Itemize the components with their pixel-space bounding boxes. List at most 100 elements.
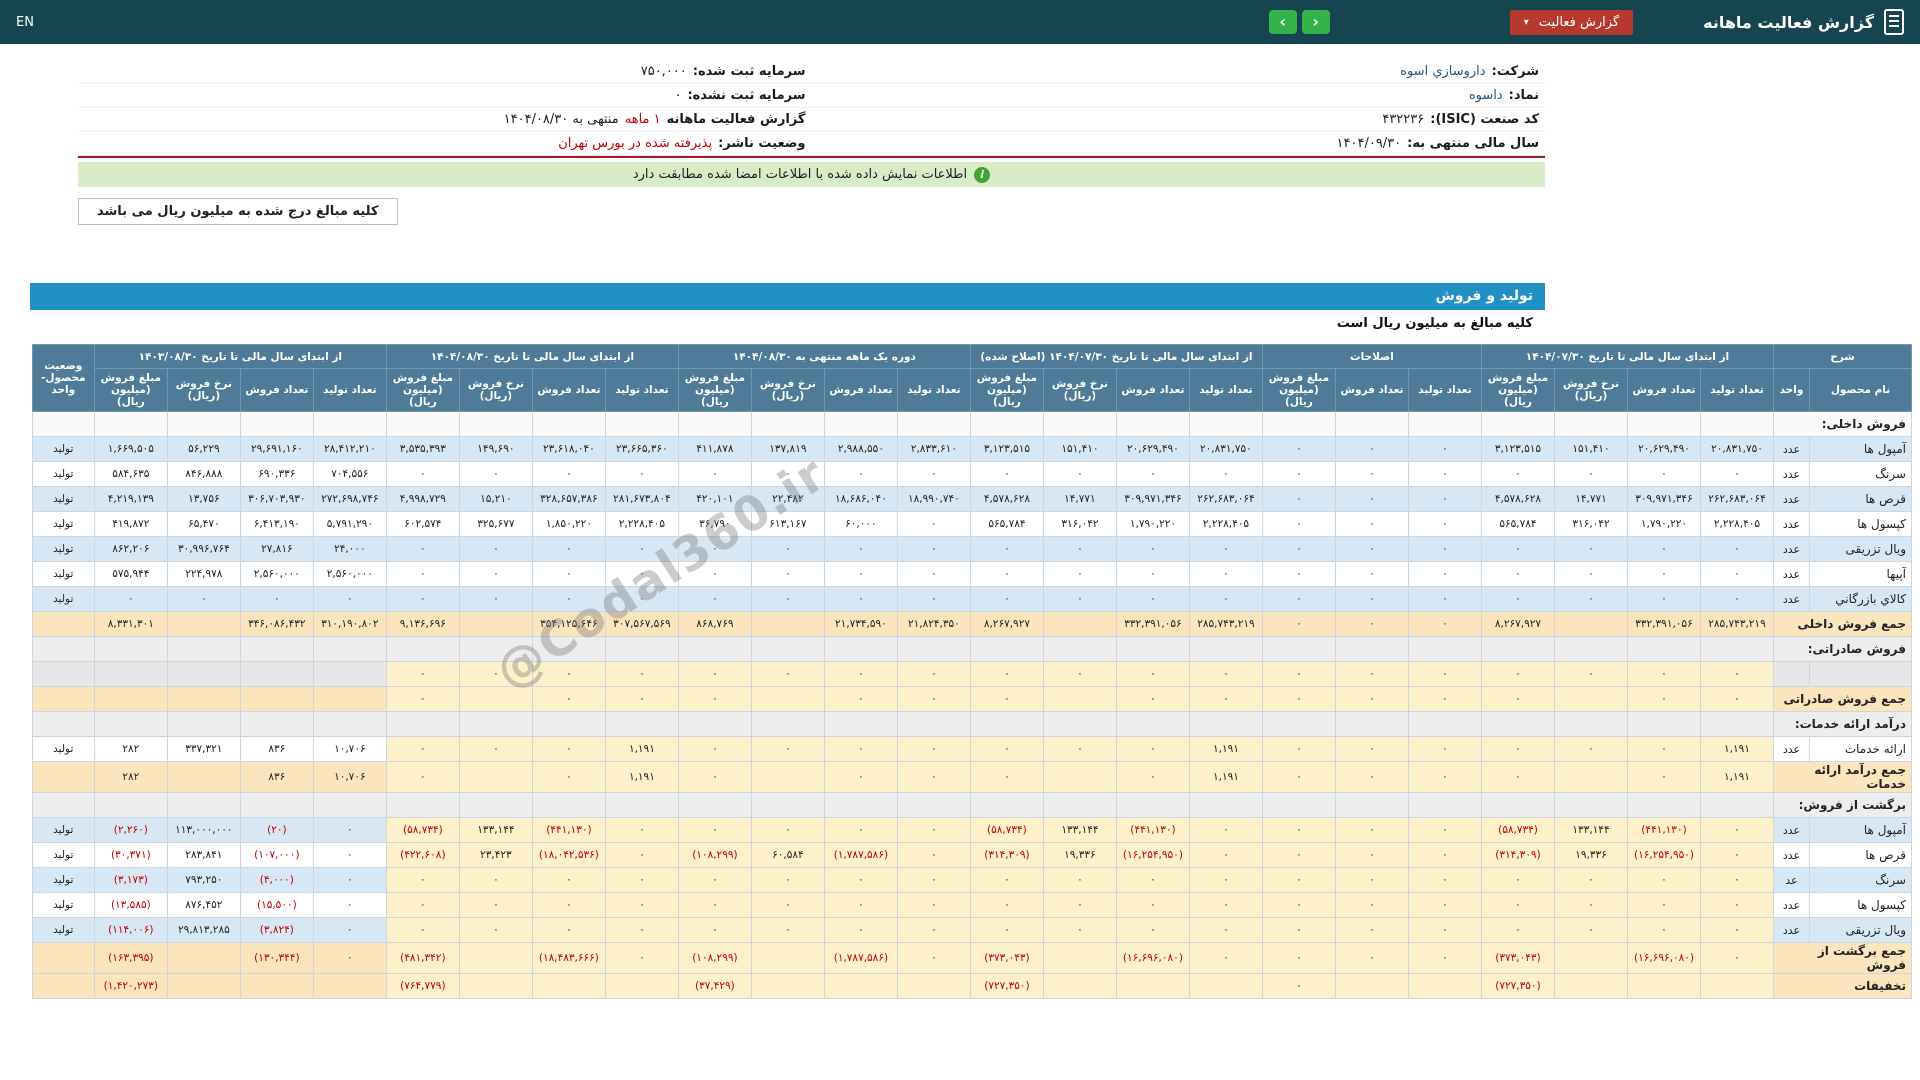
value-cell [1042,611,1117,637]
report-type-dropdown[interactable]: گزارش فعالیت ▾ [1509,9,1634,35]
value-cell [1700,411,1774,437]
value-cell: ۰ [1261,436,1336,462]
value-cell: ۲۱,۷۳۴,۵۹۰ [823,611,898,637]
section-row: فروش داخلی: [31,411,1912,437]
value-cell: ۲۷,۸۱۶ [239,536,314,562]
value-cell [1700,792,1774,818]
value-cell: ۰ [1407,611,1482,637]
status-cell [31,711,95,737]
column-header: مبلغ فروش (میلیون ریال) [1480,368,1556,412]
value-cell: ۲,۸۳۳,۶۱۰ [896,436,971,462]
value-cell [458,411,533,437]
value-cell: ۰ [823,586,898,612]
value-cell [166,661,241,687]
signature-match-text: اطلاعات نمایش داده شده با اطلاعات امضا ش… [632,167,968,182]
value-cell: ۰ [896,586,971,612]
column-header: تعداد تولید [896,368,971,412]
value-cell: ۰ [1700,461,1774,487]
value-cell [1554,761,1628,793]
column-header: مبلغ فروش (میلیون ریال) [385,368,460,412]
value-cell: (۴۴۱,۱۳۰) [1627,817,1701,843]
value-cell: ۲,۹۸۸,۵۵۰ [823,436,898,462]
value-cell: (۱۰۷,۰۰۰) [239,842,314,868]
value-cell: (۳۱۴,۳۰۹) [1480,842,1556,868]
value-cell: ۰ [1334,736,1409,762]
value-cell: ۰ [1554,736,1628,762]
value-cell: ۰ [896,892,971,918]
value-cell: ۰ [1334,436,1409,462]
value-cell: (۲۰) [239,817,314,843]
section-row: فروش صادراتی: [31,636,1912,662]
value-cell [1627,636,1701,662]
value-cell: ۱۳۷,۸۱۹ [750,436,825,462]
value-cell: ۰ [385,761,460,793]
value-cell: ۰ [385,661,460,687]
section-header-production: تولید و فروش [30,283,1545,310]
value-cell: ۰ [1334,817,1409,843]
value-cell [458,611,533,637]
value-cell: ۳۰۶,۷۰۳,۹۳۰ [239,486,314,512]
column-header: تعداد تولید [1188,368,1263,412]
value-cell: ۰ [312,942,387,974]
next-report-button[interactable]: › [1301,10,1330,34]
registered-capital-value: ۷۵۰,۰۰۰ [640,64,687,79]
value-cell: ۰ [1700,817,1774,843]
value-cell: ۰ [1627,867,1701,893]
column-header: تعداد فروش [239,368,314,412]
value-cell: ۱۳,۷۵۶ [166,486,241,512]
value-cell: ۲,۲۲۸,۴۰۵ [1700,511,1774,537]
value-cell [1407,792,1482,818]
status-cell: تولید [31,536,95,562]
value-cell [896,711,971,737]
value-cell [1407,711,1482,737]
value-cell: (۳۱۴,۳۰۹) [969,842,1044,868]
value-cell: ۲۹,۸۱۳,۲۸۵ [166,917,241,943]
product-row: قرص ها عدد ۰ (۱۶,۲۵۴,۹۵۰) ۱۹,۳۳۶ (۳۱۴,۳۰۹) ۰ ۰ ۰… [31,842,1912,868]
value-cell [239,686,314,712]
value-cell: ۰ [1407,736,1482,762]
value-cell: (۱۶۳,۳۹۵) [93,942,168,974]
value-cell [604,636,679,662]
value-cell [823,973,898,999]
value-cell [1554,636,1628,662]
value-cell: (۷۲۷,۳۵۰) [969,973,1044,999]
value-cell: ۰ [1480,736,1556,762]
language-toggle[interactable]: EN [16,15,34,30]
fiscal-year-row: سال مالی منتهی به: ۱۴۰۴/۰۹/۳۰ [811,132,1545,156]
value-cell: ۱۴۹,۶۹۰ [458,436,533,462]
value-cell: ۰ [969,761,1044,793]
value-cell: ۸۷۶,۴۵۲ [166,892,241,918]
value-cell: ۰ [1554,917,1628,943]
prev-report-button[interactable]: ‹ [1268,10,1297,34]
value-cell [1480,636,1556,662]
value-cell: ۰ [1700,942,1774,974]
value-cell [1115,636,1190,662]
signature-match-banner: i اطلاعات نمایش داده شده با اطلاعات امضا… [78,162,1545,187]
value-cell [385,411,460,437]
column-header: نرخ فروش (ریال) [1554,368,1628,412]
symbol-label: نماد: [1508,88,1539,103]
value-cell: ۰ [1700,586,1774,612]
column-header: تعداد تولید [1407,368,1482,412]
tab-amounts-note[interactable]: کلیه مبالغ درج شده به میلیون ریال می باش… [78,198,398,225]
value-cell: ۳۰۹,۹۷۱,۳۴۶ [1115,486,1190,512]
value-cell: ۰ [896,511,971,537]
value-cell: ۰ [458,892,533,918]
value-cell [823,792,898,818]
value-cell [1480,792,1556,818]
status-cell: تولید [31,486,95,512]
value-cell: ۲۴,۰۰۰ [312,536,387,562]
value-cell [750,636,825,662]
value-cell: ۰ [1334,842,1409,868]
value-cell [166,792,241,818]
value-cell: ۲۳,۴۲۳ [458,842,533,868]
value-cell: ۰ [604,561,679,587]
value-cell: ۰ [1407,867,1482,893]
value-cell: ۰ [969,586,1044,612]
value-cell [1042,973,1117,999]
chevron-down-icon: ▾ [1523,16,1529,28]
unit-cell: عدد [1773,511,1810,537]
value-cell: ۰ [1188,561,1263,587]
product-row: آپیها عدد ۰ ۰ ۰ ۰ ۰ ۰ ۰ ۰ ۰ ۰ ۰ ۰ ۰ ۰ ۰ ۰ ۰ ۰ ۰ ۲,۵۶۰,۰۰۰ ۲,۵۶… [31,561,1912,587]
value-cell: ۰ [1042,461,1117,487]
